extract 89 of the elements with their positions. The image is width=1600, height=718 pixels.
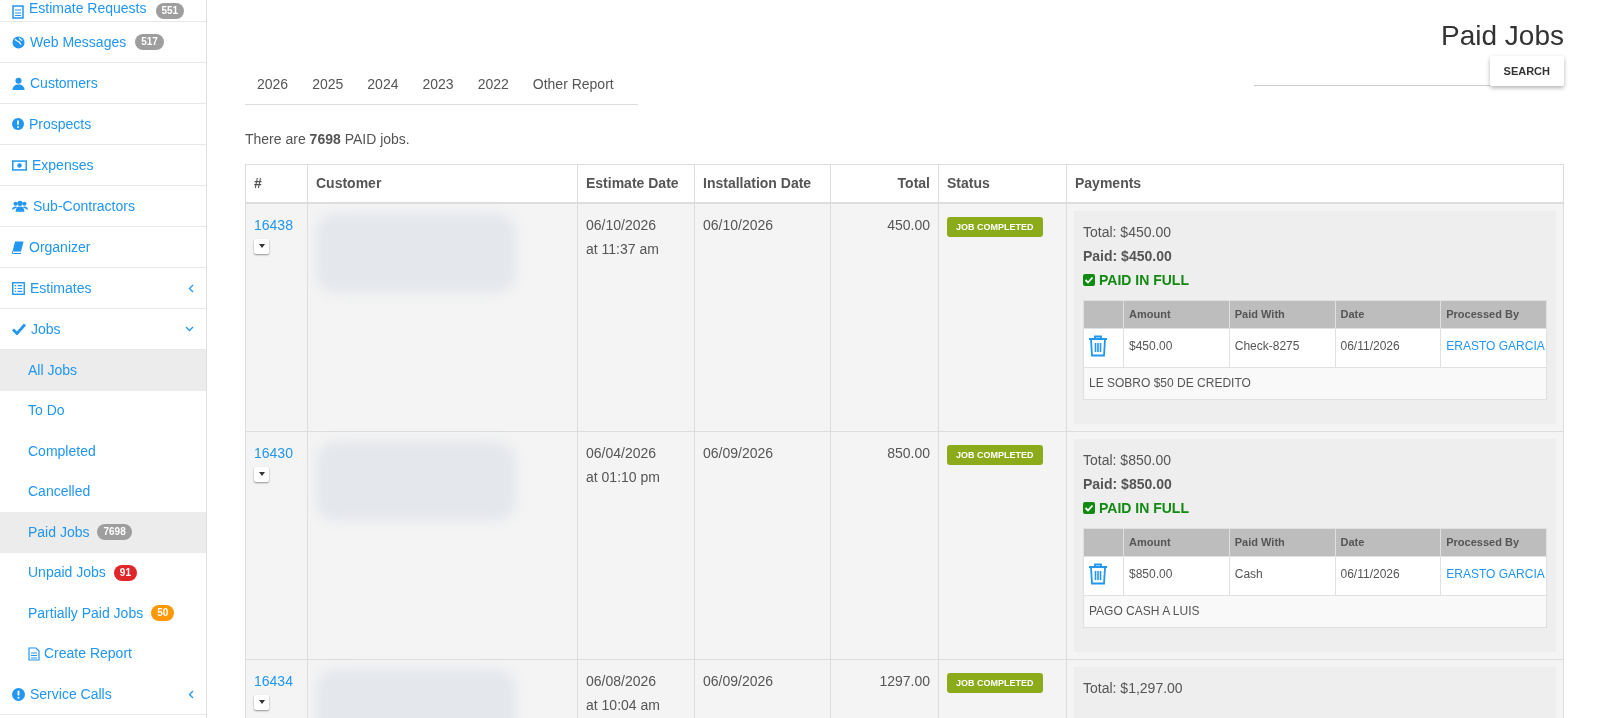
payment-column-header: Paid With [1229,300,1335,328]
installation-date: 06/09/2026 [694,431,831,659]
payment-total: Total: $450.00 [1083,222,1172,242]
status-badge: JOB COMPLETED [947,444,1043,465]
estimate-date: 06/04/2026 [586,443,658,463]
estimate-time: at 11:37 am [586,239,660,259]
dropdown-button[interactable] [254,238,269,254]
sidebar-item[interactable]: Expenses [0,145,206,186]
payment-total: Total: $1,297.00 [1083,678,1184,698]
estimate-time: at 10:04 am [586,695,661,715]
payment-column-header: Date [1335,300,1441,328]
year-tab[interactable]: 2025 [300,64,356,104]
estimate-date: 06/10/2026 [586,215,658,235]
payment-method: Check-8275 [1229,328,1335,367]
count-badge: 517 [135,34,164,50]
banknote-icon [12,159,27,171]
caret-icon [258,244,265,248]
caret-icon [258,700,265,704]
paid-status: PAID IN FULL [1099,270,1189,290]
page-title: Paid Jobs [1441,19,1564,53]
sidebar-item[interactable]: Customers [0,63,206,104]
list-icon [12,281,25,295]
job-total: 450.00 [830,202,939,431]
summary-text: There are 7698 PAID jobs. [245,130,411,149]
year-tab[interactable]: 2026 [245,64,301,104]
year-tab[interactable]: 2022 [465,64,521,104]
users-icon [12,200,28,212]
year-tab[interactable]: Other Report [520,64,626,104]
column-header: Customer [307,164,578,203]
job-number-link[interactable]: 16430 [254,440,299,465]
dropdown-button[interactable] [254,694,269,710]
checkmark-icon [12,323,26,335]
sidebar-item[interactable]: Web Messages 517 [0,22,206,63]
payment-date: 06/11/2026 [1335,328,1441,367]
payment-date: 06/11/2026 [1335,556,1441,595]
column-header: Installation Date [694,164,831,203]
column-header: Status [938,164,1067,203]
sidebar-item[interactable]: Estimate Requests 551 [0,0,206,22]
year-tab[interactable]: 2024 [355,64,411,104]
status-badge: JOB COMPLETED [947,216,1043,237]
search-button[interactable]: SEARCH [1489,56,1564,86]
payment-total: Total: $850.00 [1083,450,1172,470]
sidebar-item[interactable]: Prospects [0,104,206,145]
payment-note: LE SOBRO $50 DE CREDITO [1083,367,1547,399]
column-header: Estimate Date [577,164,695,203]
count-badge: 551 [155,3,185,19]
dropdown-button[interactable] [254,466,269,482]
payment-amount: $450.00 [1123,328,1230,367]
exclamation-circle-icon [12,687,25,701]
count-badge: 91 [113,564,137,581]
column-header: # [245,164,308,203]
sidebar-subitem[interactable]: Paid Jobs 7698 [0,512,206,553]
sidebar-subitem[interactable]: All Jobs [0,350,206,391]
payment-paid: Paid: $450.00 [1083,246,1173,266]
caret-icon [258,472,265,476]
sidebar-item[interactable]: Organizer [0,227,206,268]
estimate-time: at 01:10 pm [586,467,661,487]
job-total: 850.00 [830,431,939,659]
estimate-date: 06/08/2026 [586,671,658,691]
sidebar-item[interactable]: Estimates [0,268,206,309]
column-header: Total [830,164,939,203]
payment-note: PAGO CASH A LUIS [1083,595,1547,627]
count-badge: 7698 [97,524,132,541]
paid-status: PAID IN FULL [1099,498,1189,518]
year-tab[interactable]: 2023 [410,64,466,104]
payment-column-header: Date [1335,528,1441,556]
payment-column-header: Processed By [1440,300,1547,328]
sidebar-item[interactable]: Service Calls [0,674,206,715]
trash-icon[interactable] [1088,334,1108,357]
exclamation-circle-icon [12,118,24,130]
book-icon [12,240,24,254]
installation-date: 06/10/2026 [694,202,831,431]
payment-method: Cash [1229,556,1335,595]
document-icon [28,646,40,661]
payment-column-header: Processed By [1440,528,1547,556]
trash-icon[interactable] [1088,562,1108,585]
payment-column-header: Paid With [1229,528,1335,556]
user-icon [12,76,25,90]
count-badge: 50 [151,605,175,622]
payment-amount: $850.00 [1123,556,1230,595]
payment-column-header: Amount [1123,300,1230,328]
status-badge: JOB COMPLETED [947,672,1043,693]
payment-column-header: Amount [1123,528,1230,556]
job-number-link[interactable]: 16438 [254,212,299,237]
column-header: Payments [1066,164,1564,203]
globe-icon [12,35,25,49]
document-icon [12,5,24,19]
sidebar-item[interactable]: Sub-Contractors [0,186,206,227]
payment-paid: Paid: $850.00 [1083,474,1173,494]
